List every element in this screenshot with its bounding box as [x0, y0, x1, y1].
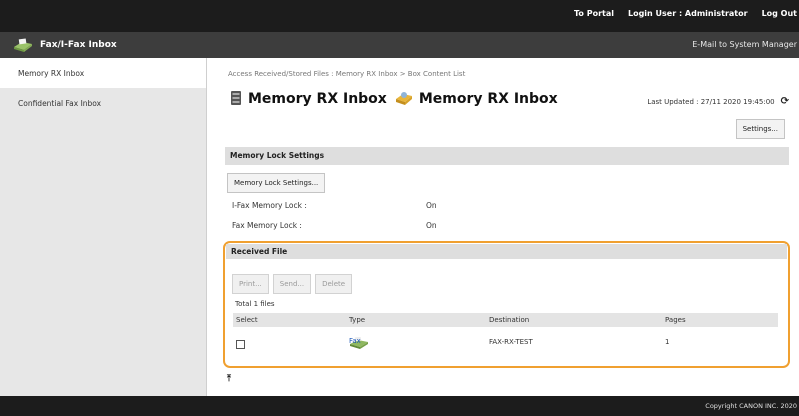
fax-file-link[interactable]: Fax: [349, 337, 361, 345]
settings-button[interactable]: Settings...: [735, 119, 785, 139]
fax-inbox-icon: [12, 38, 34, 54]
footer: Copyright CANON INC. 2020: [0, 396, 799, 416]
table-row: Fax FAX-RX-TEST 1: [233, 335, 778, 351]
page-subtitle-text: Memory RX Inbox: [418, 91, 558, 107]
scroll-to-top-icon[interactable]: ⤒: [227, 374, 231, 384]
total-files-count: Total 1 files: [235, 300, 275, 308]
column-header-select: Select: [236, 316, 258, 324]
fax-memory-lock-value: On: [426, 221, 437, 230]
ifax-memory-lock-label: I-Fax Memory Lock :: [232, 201, 307, 210]
sidebar: Memory RX Inbox Confidential Fax Inbox: [0, 58, 207, 396]
print-button[interactable]: Print...: [232, 274, 269, 294]
received-file-toolbar: Print... Send... Delete: [232, 274, 353, 294]
row-pages-cell: 1: [665, 338, 670, 346]
app-title: Fax/I-Fax Inbox: [40, 40, 117, 50]
received-file-panel: Received File Print... Send... Delete To…: [223, 241, 790, 368]
memory-rx-icon: [395, 90, 413, 108]
sidebar-item-label: Confidential Fax Inbox: [18, 99, 102, 108]
breadcrumb: Access Received/Stored Files : Memory RX…: [228, 70, 466, 78]
page-title: Memory RX Inbox Memory RX Inbox: [230, 90, 558, 108]
last-updated-text: Last Updated : 27/11 2020 19:45:00: [647, 97, 775, 106]
memory-lock-settings-button[interactable]: Memory Lock Settings...: [227, 173, 326, 193]
email-system-manager-link[interactable]: E-Mail to System Manager: [692, 40, 797, 49]
top-links: To Portal Login User : Administrator Log…: [574, 9, 797, 18]
top-bar: To Portal Login User : Administrator Log…: [0, 0, 799, 32]
received-file-section-title: Received File: [226, 244, 787, 259]
sidebar-item-confidential-fax-inbox[interactable]: Confidential Fax Inbox: [0, 88, 206, 118]
portal-link[interactable]: To Portal: [574, 9, 614, 18]
last-updated: Last Updated : 27/11 2020 19:45:00 ⟳: [647, 96, 789, 107]
column-header-pages: Pages: [665, 316, 686, 324]
title-bar: Fax/I-Fax Inbox E-Mail to System Manager: [0, 32, 799, 58]
row-destination-cell: FAX-RX-TEST: [489, 338, 533, 346]
send-button[interactable]: Send...: [272, 274, 312, 294]
table-header: Select Type Destination Pages: [233, 313, 778, 327]
page-title-text: Memory RX Inbox: [248, 91, 387, 107]
fax-memory-lock-label: Fax Memory Lock :: [232, 221, 302, 230]
inbox-box-icon: [230, 90, 242, 108]
row-select-checkbox[interactable]: [236, 340, 245, 349]
sidebar-item-memory-rx-inbox[interactable]: Memory RX Inbox: [0, 58, 206, 88]
column-header-destination: Destination: [489, 316, 530, 324]
ifax-memory-lock-value: On: [426, 201, 437, 210]
logout-link[interactable]: Log Out: [762, 9, 797, 18]
main-content: Access Received/Stored Files : Memory RX…: [217, 58, 799, 396]
refresh-icon[interactable]: ⟳: [781, 96, 789, 107]
memory-lock-section-title: Memory Lock Settings: [225, 147, 789, 165]
column-header-type: Type: [349, 316, 366, 324]
delete-button[interactable]: Delete: [315, 274, 353, 294]
sidebar-item-label: Memory RX Inbox: [18, 69, 85, 78]
copyright-text: Copyright CANON INC. 2020: [705, 402, 797, 410]
login-user-label: Login User : Administrator: [627, 9, 748, 18]
